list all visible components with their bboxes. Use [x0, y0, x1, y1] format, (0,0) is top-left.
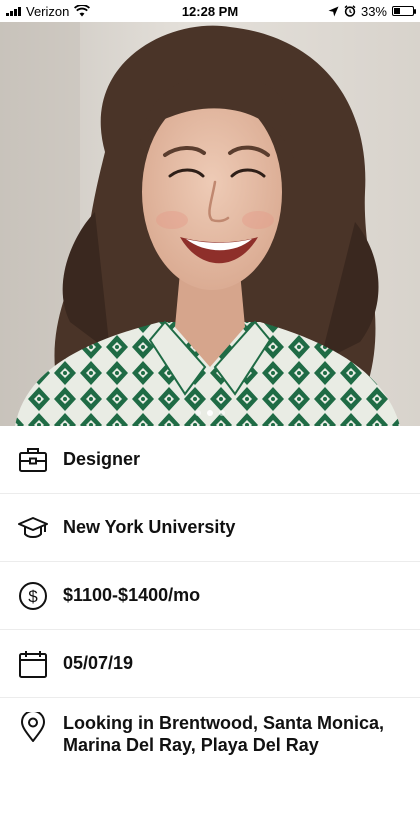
- detail-row-move-date: 05/07/19: [0, 630, 420, 698]
- location-label: Looking in Brentwood, Santa Monica, Mari…: [63, 713, 385, 755]
- location-arrow-icon: [328, 6, 339, 16]
- alarm-icon: [344, 5, 356, 17]
- carrier-name: Verizon: [26, 3, 70, 19]
- pager-dot[interactable]: [219, 410, 225, 416]
- education-label: New York University: [63, 517, 236, 537]
- battery-fill: [394, 8, 400, 14]
- budget-label: $1100-$1400/mo: [63, 585, 201, 605]
- photo-pager[interactable]: [0, 410, 420, 416]
- move-date-label: 05/07/19: [63, 653, 134, 673]
- battery-percent: 33%: [360, 3, 387, 19]
- wifi-icon: [74, 5, 91, 17]
- pager-dot[interactable]: [195, 410, 201, 416]
- signal-icon: [6, 6, 21, 16]
- pager-dot-active[interactable]: [207, 410, 213, 416]
- occupation-label: Designer: [63, 449, 141, 469]
- profile-photo[interactable]: [0, 22, 420, 426]
- detail-row-occupation: Designer: [0, 426, 420, 494]
- svg-text:$: $: [28, 587, 38, 606]
- detail-row-budget: $ $1100-$1400/mo: [0, 562, 420, 630]
- status-right: 33%: [328, 3, 416, 19]
- battery-icon: [392, 6, 416, 16]
- calendar-icon: [18, 649, 48, 679]
- status-left: Verizon: [6, 3, 91, 19]
- profile-details: Designer New York University $ $1100-$14…: [0, 426, 420, 818]
- detail-row-location: Looking in Brentwood, Santa Monica, Mari…: [0, 698, 420, 818]
- person-portrait: [0, 22, 400, 426]
- location-pin-icon: [18, 712, 48, 742]
- status-bar: Verizon 12:28 PM 33%: [0, 0, 420, 22]
- detail-row-education: New York University: [0, 494, 420, 562]
- dollar-icon: $: [18, 581, 48, 611]
- briefcase-icon: [18, 445, 48, 475]
- graduation-cap-icon: [18, 513, 48, 543]
